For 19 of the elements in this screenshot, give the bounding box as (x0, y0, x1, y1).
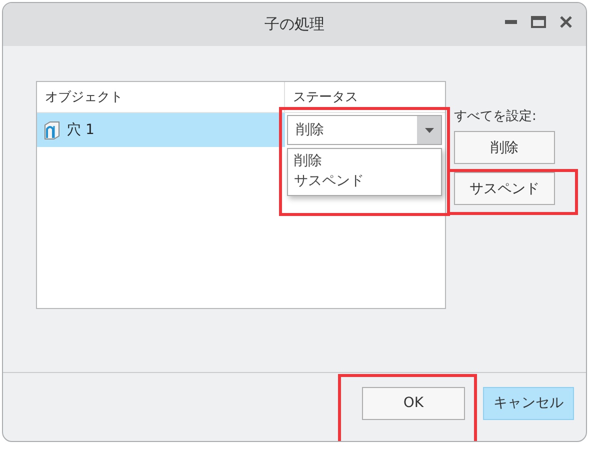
dropdown-arrow-button[interactable] (417, 116, 441, 144)
set-all-button[interactable]: 削除 (454, 131, 555, 164)
set-all-button[interactable]: サスペンド (454, 172, 555, 205)
dropdown-option[interactable]: サスペンド (288, 171, 441, 191)
caret-icon (424, 128, 434, 132)
window-title: 子の処理 (264, 15, 324, 34)
set-all-label: すべてを設定: (454, 108, 538, 125)
hole-feature-icon (43, 120, 61, 140)
cancel-button[interactable]: キャンセル (483, 386, 574, 420)
column-header[interactable]: オブジェクト (37, 82, 285, 112)
maximize-icon[interactable] (531, 16, 546, 28)
ok-button[interactable]: OK (362, 386, 465, 420)
close-icon[interactable] (560, 16, 572, 28)
status-dropdown[interactable]: 削除 (287, 115, 442, 145)
object-name: 穴 1 (67, 121, 94, 139)
object-row[interactable]: 穴 1 (37, 113, 285, 147)
column-header[interactable]: ステータス (285, 82, 443, 112)
dropdown-option[interactable]: 削除 (288, 151, 441, 171)
status-value: 削除 (295, 121, 324, 139)
